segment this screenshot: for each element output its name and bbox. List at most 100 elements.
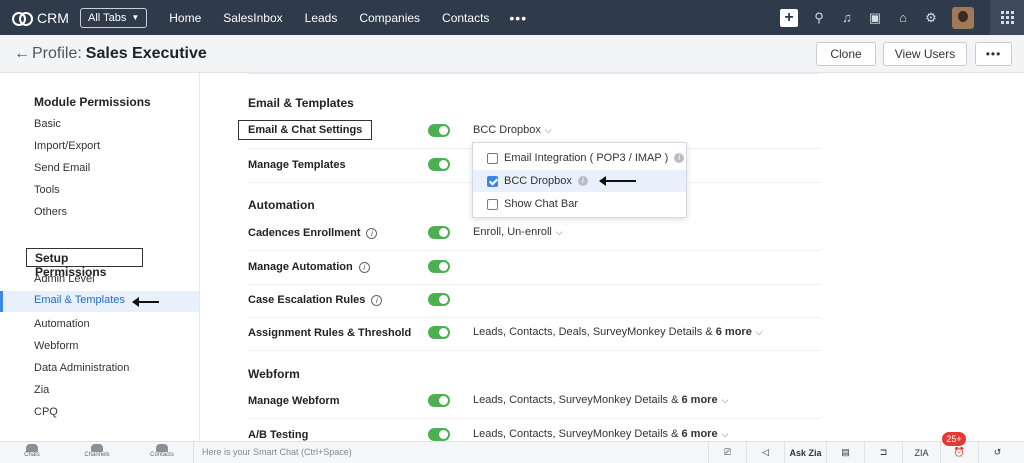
announcement-icon[interactable]: ◁: [746, 442, 784, 463]
sidebar-item-label: Email & Templates: [34, 294, 125, 306]
bottom-channels[interactable]: Channels: [77, 444, 117, 458]
sidebar-item-tools[interactable]: Tools: [34, 184, 60, 196]
permission-row-case-escalation: Case Escalation Rules i: [248, 284, 820, 318]
chevron-down-icon: ⌵: [721, 395, 729, 405]
marketplace-icon[interactable]: ⌂: [896, 10, 910, 25]
permission-row-manage-webform: Manage Webform Leads, Contacts, SurveyMo…: [248, 385, 820, 419]
sidebar-item-admin-level[interactable]: Admin Level: [34, 273, 95, 285]
option-label: BCC Dropbox: [504, 175, 572, 187]
permission-label: Manage Automation: [248, 261, 353, 273]
sidebar-item-zia[interactable]: Zia: [34, 384, 49, 396]
top-right-toolbar: + ⚲ ♫ ▣ ⌂ ⚙: [780, 0, 1024, 35]
chart-icon[interactable]: ▤: [826, 442, 864, 463]
checkbox[interactable]: [487, 198, 498, 210]
nav-home[interactable]: Home: [169, 11, 201, 25]
nav-leads[interactable]: Leads: [305, 11, 338, 25]
all-tabs-label: All Tabs: [88, 11, 127, 24]
chevron-down-icon: ⌵: [555, 227, 563, 237]
zia-icon[interactable]: ZIA: [902, 442, 940, 463]
permission-toggle[interactable]: [428, 428, 450, 441]
setup-permissions-heading: Setup Permissions: [26, 248, 143, 279]
option-bcc-dropbox[interactable]: BCC Dropbox i: [473, 170, 686, 192]
checkbox[interactable]: [487, 152, 498, 164]
page-header: ← Profile: Sales Executive Clone View Us…: [0, 35, 1024, 73]
permission-row-cadences-enrollment: Cadences Enrollment i Enroll, Un-enroll ⌵: [248, 217, 820, 251]
channels-icon: [91, 444, 103, 452]
bottom-contacts[interactable]: Contacts: [142, 444, 182, 458]
profile-label: Profile:: [32, 44, 82, 62]
permission-toggle[interactable]: [428, 226, 450, 239]
sidebar-item-webform[interactable]: Webform: [34, 340, 78, 352]
sidebar-item-cpq[interactable]: CPQ: [34, 406, 58, 418]
notification-badge: 25+: [942, 432, 966, 446]
option-label: Show Chat Bar: [504, 198, 578, 210]
sidebar-item-data-administration[interactable]: Data Administration: [34, 362, 129, 374]
info-icon: i: [358, 261, 370, 273]
permission-row-manage-automation: Manage Automation i: [248, 251, 820, 285]
permission-value-dropdown[interactable]: Leads, Contacts, Deals, SurveyMonkey Det…: [473, 326, 763, 338]
permission-toggle[interactable]: [428, 124, 450, 137]
permission-label: Assignment Rules & Threshold: [248, 327, 412, 339]
sidebar-item-send-email[interactable]: Send Email: [34, 162, 90, 174]
info-icon: i: [366, 227, 378, 239]
crm-logo[interactable]: CRM: [12, 10, 74, 26]
app-name: CRM: [37, 9, 69, 26]
checkbox-checked[interactable]: [487, 175, 498, 187]
permissions-panel: Email & Templates Email & Chat Settings …: [201, 73, 1024, 441]
bottom-chats[interactable]: Chats: [12, 444, 52, 458]
permission-label-wrap: Cadences Enrollment i: [248, 227, 378, 239]
nav-more-button[interactable]: •••: [509, 10, 527, 26]
app-grid-button[interactable]: [990, 0, 1024, 35]
nav-contacts[interactable]: Contacts: [442, 11, 489, 25]
permission-value-dropdown[interactable]: Leads, Contacts, SurveyMonkey Details & …: [473, 394, 728, 406]
ask-zia-button[interactable]: Ask Zia: [784, 442, 826, 463]
sidebar-item-others[interactable]: Others: [34, 206, 67, 218]
nav-salesinbox[interactable]: SalesInbox: [223, 11, 282, 25]
permission-label: Cadences Enrollment: [248, 227, 361, 239]
permission-value-dropdown[interactable]: Enroll, Un-enroll ⌵: [473, 226, 563, 238]
option-email-integration[interactable]: Email Integration ( POP3 / IMAP ) i: [473, 147, 686, 169]
permission-label-wrap: Manage Automation i: [248, 261, 370, 273]
permission-toggle[interactable]: [428, 326, 450, 339]
smart-chat-input[interactable]: Here is your Smart Chat (Ctrl+Space): [193, 442, 708, 463]
create-plus-button[interactable]: +: [780, 8, 798, 27]
bell-icon[interactable]: ♫: [840, 10, 854, 25]
permission-label: Case Escalation Rules: [248, 294, 366, 306]
sidebar-item-import-export[interactable]: Import/Export: [34, 140, 100, 152]
permission-value-dropdown[interactable]: Leads, Contacts, SurveyMonkey Details & …: [473, 428, 728, 440]
section-automation-title: Automation: [248, 198, 315, 212]
permission-toggle[interactable]: [428, 260, 450, 273]
notes-icon[interactable]: ⊐: [864, 442, 902, 463]
gear-icon[interactable]: ⚙: [924, 10, 938, 25]
more-actions-button[interactable]: •••: [975, 42, 1012, 66]
option-label: Email Integration ( POP3 / IMAP ): [504, 152, 669, 164]
all-tabs-dropdown[interactable]: All Tabs ▼: [80, 7, 148, 28]
history-icon[interactable]: ↺: [978, 442, 1016, 463]
divider: [247, 73, 819, 74]
view-users-button[interactable]: View Users: [883, 42, 967, 66]
sidebar-item-basic[interactable]: Basic: [34, 118, 61, 130]
chevron-down-icon: ⌵: [721, 429, 729, 439]
grid-icon: [1000, 11, 1014, 24]
sidebar-item-email-templates[interactable]: Email & Templates: [0, 291, 199, 312]
permission-value-dropdown[interactable]: BCC Dropbox ⌵: [473, 124, 552, 136]
permission-row-assignment-rules: Assignment Rules & Threshold Leads, Cont…: [248, 317, 820, 351]
avatar[interactable]: [952, 6, 974, 29]
permission-label: Manage Webform: [248, 395, 340, 407]
back-arrow-icon[interactable]: ←: [14, 45, 30, 63]
bottom-right-tools: ⎚ ◁ Ask Zia ▤ ⊐ ZIA ⏰ ↺: [708, 442, 1016, 463]
option-show-chat-bar[interactable]: Show Chat Bar: [473, 193, 686, 215]
permission-toggle[interactable]: [428, 158, 450, 171]
annotation-arrow-icon: [599, 176, 636, 186]
clone-button[interactable]: Clone: [816, 42, 876, 66]
zoho-logo-icon: [12, 11, 33, 26]
permission-toggle[interactable]: [428, 293, 450, 306]
search-icon[interactable]: ⚲: [812, 10, 826, 25]
permission-toggle[interactable]: [428, 394, 450, 407]
nav-companies[interactable]: Companies: [359, 11, 420, 25]
email-chat-settings-dropdown: Email Integration ( POP3 / IMAP ) i BCC …: [472, 142, 687, 218]
calendar-icon[interactable]: ▣: [868, 10, 882, 25]
sidebar-item-automation[interactable]: Automation: [34, 318, 90, 330]
info-icon: i: [371, 294, 383, 306]
screen-share-icon[interactable]: ⎚: [708, 442, 746, 463]
